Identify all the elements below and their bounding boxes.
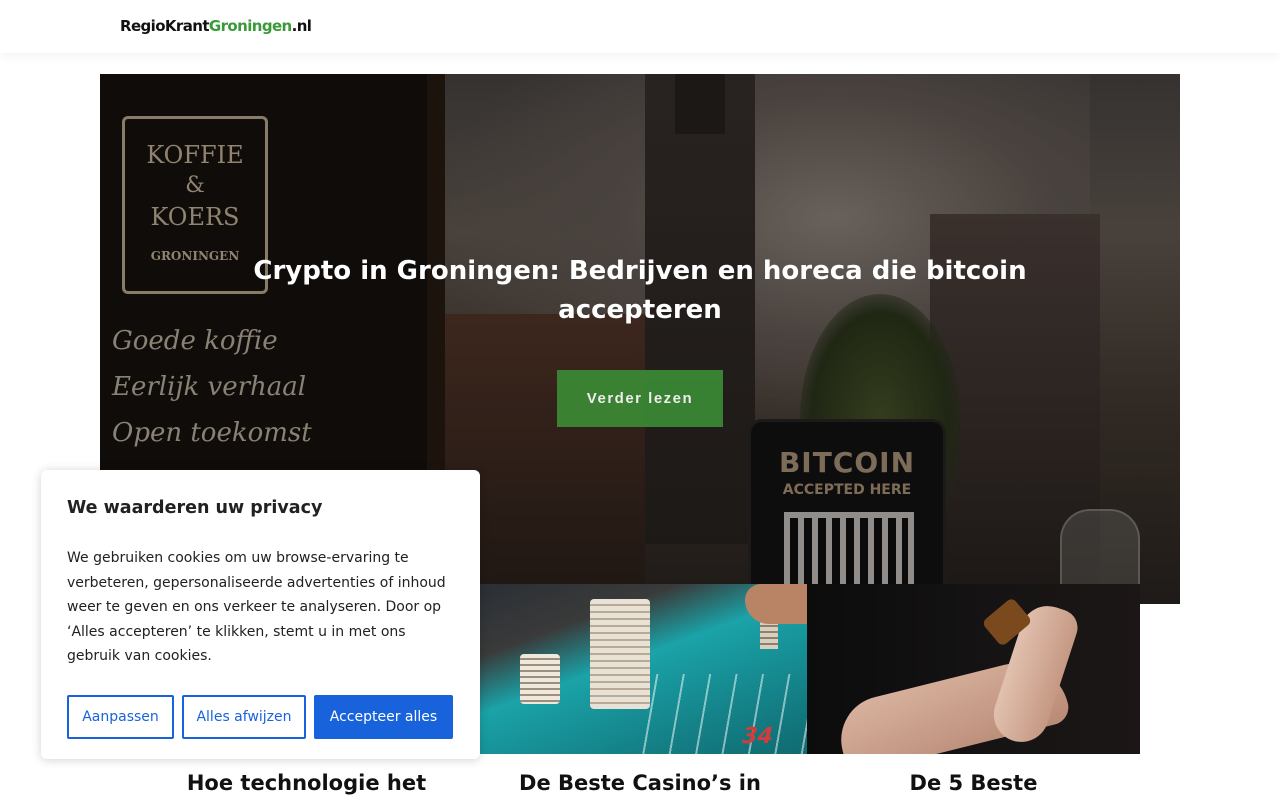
read-more-button[interactable]: Verder lezen xyxy=(557,370,723,427)
chip-stack xyxy=(590,599,650,709)
site-header: RegioKrantGroningen.nl xyxy=(0,0,1280,53)
cookie-customize-button[interactable]: Aanpassen xyxy=(67,695,174,739)
dealer-hand xyxy=(745,584,807,624)
article-image-casino[interactable]: 34 xyxy=(480,584,807,754)
roulette-grid xyxy=(630,674,807,754)
logo-part-groningen: Groningen xyxy=(208,17,292,35)
cookie-accept-all-button[interactable]: Accepteer alles xyxy=(314,695,453,739)
cookie-title: We waarderen uw privacy xyxy=(67,498,323,518)
article-title-1[interactable]: Hoe technologie het xyxy=(150,768,463,798)
article-title-3[interactable]: De 5 Beste xyxy=(807,768,1140,798)
chip-stack-small xyxy=(520,654,560,704)
cookie-consent-banner: We waarderen uw privacy We gebruiken coo… xyxy=(41,470,480,759)
cookie-body: We gebruiken cookies om uw browse-ervari… xyxy=(67,550,446,665)
article-image-oil[interactable] xyxy=(807,584,1140,754)
logo-part-regiokrant: RegioKrant xyxy=(120,17,210,35)
cookie-reject-all-button[interactable]: Alles afwijzen xyxy=(182,695,306,739)
logo-part-tld: .nl xyxy=(291,17,312,35)
hero-title[interactable]: Crypto in Groningen: Bedrijven en horeca… xyxy=(240,252,1040,330)
article-title-2[interactable]: De Beste Casino’s in xyxy=(480,768,800,798)
site-logo[interactable]: RegioKrantGroningen.nl xyxy=(120,16,312,36)
